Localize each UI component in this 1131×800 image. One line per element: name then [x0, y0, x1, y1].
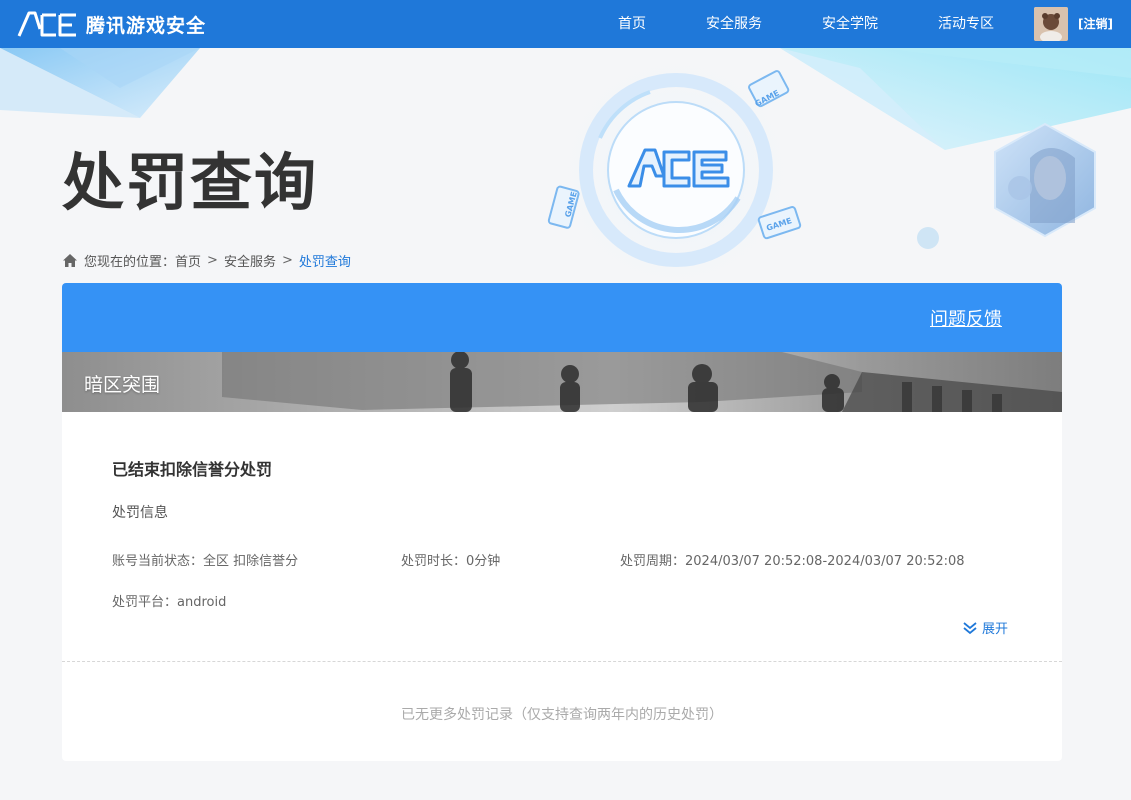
penalty-info-heading: 处罚信息 [112, 505, 168, 521]
brand-logo[interactable]: 腾讯游戏安全 [16, 9, 206, 39]
divider [62, 661, 1062, 662]
avatar-image-icon [1034, 7, 1068, 41]
penalty-period: 处罚周期：2024/03/07 20:52:08-2024/03/07 20:5… [620, 554, 965, 569]
breadcrumb-separator: > [281, 252, 293, 268]
breadcrumb-prefix: 您现在的位置： [84, 254, 176, 270]
nav-item-events[interactable]: 活动专区 [938, 0, 994, 48]
expand-button[interactable]: 展开 [962, 618, 1008, 637]
no-more-records: 已无更多处罚记录（仅支持查询两年内的历史处罚） [401, 707, 723, 723]
feedback-link[interactable]: 问题反馈 [930, 305, 1002, 331]
penalty-platform: 处罚平台：android [112, 595, 227, 610]
top-navbar: 腾讯游戏安全 首页 安全服务 安全学院 活动专区 [注销] [0, 0, 1131, 48]
brand-name: 腾讯游戏安全 [86, 14, 207, 37]
double-chevron-down-icon [963, 621, 977, 634]
record-title: 已结束扣除信誉分处罚 [112, 460, 273, 479]
breadcrumb-home[interactable]: 首页 [175, 251, 201, 270]
game-banner-image [222, 352, 1062, 412]
breadcrumb-current: 处罚查询 [298, 254, 351, 270]
game-banner: 暗区突围 [62, 352, 1062, 412]
breadcrumb-separator: > [207, 252, 218, 268]
penalty-duration: 处罚时长：0分钟 [401, 554, 501, 569]
breadcrumb: 您现在的位置： 首页 > 安全服务 > 处罚查询 [62, 250, 351, 270]
page-title: 处罚查询 [62, 146, 319, 219]
game-name: 暗区突围 [84, 374, 161, 396]
ace-logo-icon [17, 11, 76, 37]
user-avatar[interactable] [1034, 7, 1068, 41]
nav-item-security-services[interactable]: 安全服务 [706, 0, 762, 48]
breadcrumb-security-services[interactable]: 安全服务 [224, 251, 276, 270]
card-header: 问题反馈 [62, 283, 1062, 352]
expand-label: 展开 [982, 622, 1009, 637]
nav-item-security-academy[interactable]: 安全学院 [822, 0, 878, 48]
penalty-card: 问题反馈 暗区突围 已结束扣除信誉分处罚 处罚信息 账号当前状态：全区 扣除信誉… [62, 283, 1062, 761]
home-icon [63, 253, 77, 267]
nav-item-home[interactable]: 首页 [618, 0, 646, 48]
account-status: 账号当前状态：全区 扣除信誉分 [112, 554, 299, 569]
logout-link[interactable]: [注销] [1078, 0, 1113, 48]
